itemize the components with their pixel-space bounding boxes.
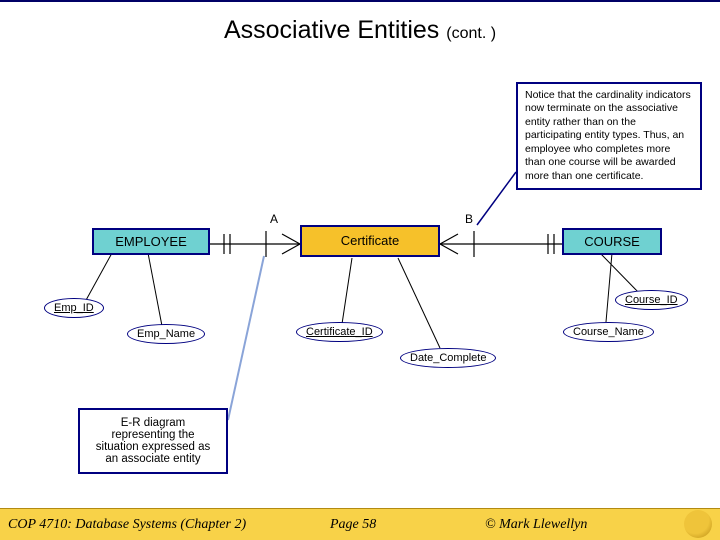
ucf-logo-icon <box>684 510 712 538</box>
entity-certificate: Certificate <box>300 225 440 257</box>
entity-course: COURSE <box>562 228 662 255</box>
attr-course-name: Course_Name <box>563 322 654 342</box>
attr-emp-id: Emp_ID <box>44 298 104 318</box>
footer-right: © Mark Llewellyn <box>485 517 587 533</box>
attr-label: Course_ID <box>625 294 678 306</box>
attr-emp-name: Emp_Name <box>127 324 205 344</box>
slide-footer: COP 4710: Database Systems (Chapter 2) P… <box>0 508 720 540</box>
title-main: Associative Entities <box>224 16 446 44</box>
footer-center: Page 58 <box>330 517 376 533</box>
attr-course-id: Course_ID <box>615 290 688 310</box>
page-title: Associative Entities (cont. ) <box>0 16 720 45</box>
er-caption: E-R diagram representing the situation e… <box>78 408 228 474</box>
attr-label: Certificate_ID <box>306 326 373 338</box>
cardinality-a-label: A <box>270 212 278 226</box>
cardinality-b-label: B <box>465 212 473 226</box>
footer-left: COP 4710: Database Systems (Chapter 2) <box>8 517 246 533</box>
callout-note: Notice that the cardinality indicators n… <box>516 82 702 190</box>
title-divider <box>0 0 720 2</box>
attr-date-complete: Date_Complete <box>400 348 496 368</box>
title-cont: (cont. ) <box>446 25 496 42</box>
attr-label: Emp_ID <box>54 302 94 314</box>
entity-employee: EMPLOYEE <box>92 228 210 255</box>
attr-certificate-id: Certificate_ID <box>296 322 383 342</box>
